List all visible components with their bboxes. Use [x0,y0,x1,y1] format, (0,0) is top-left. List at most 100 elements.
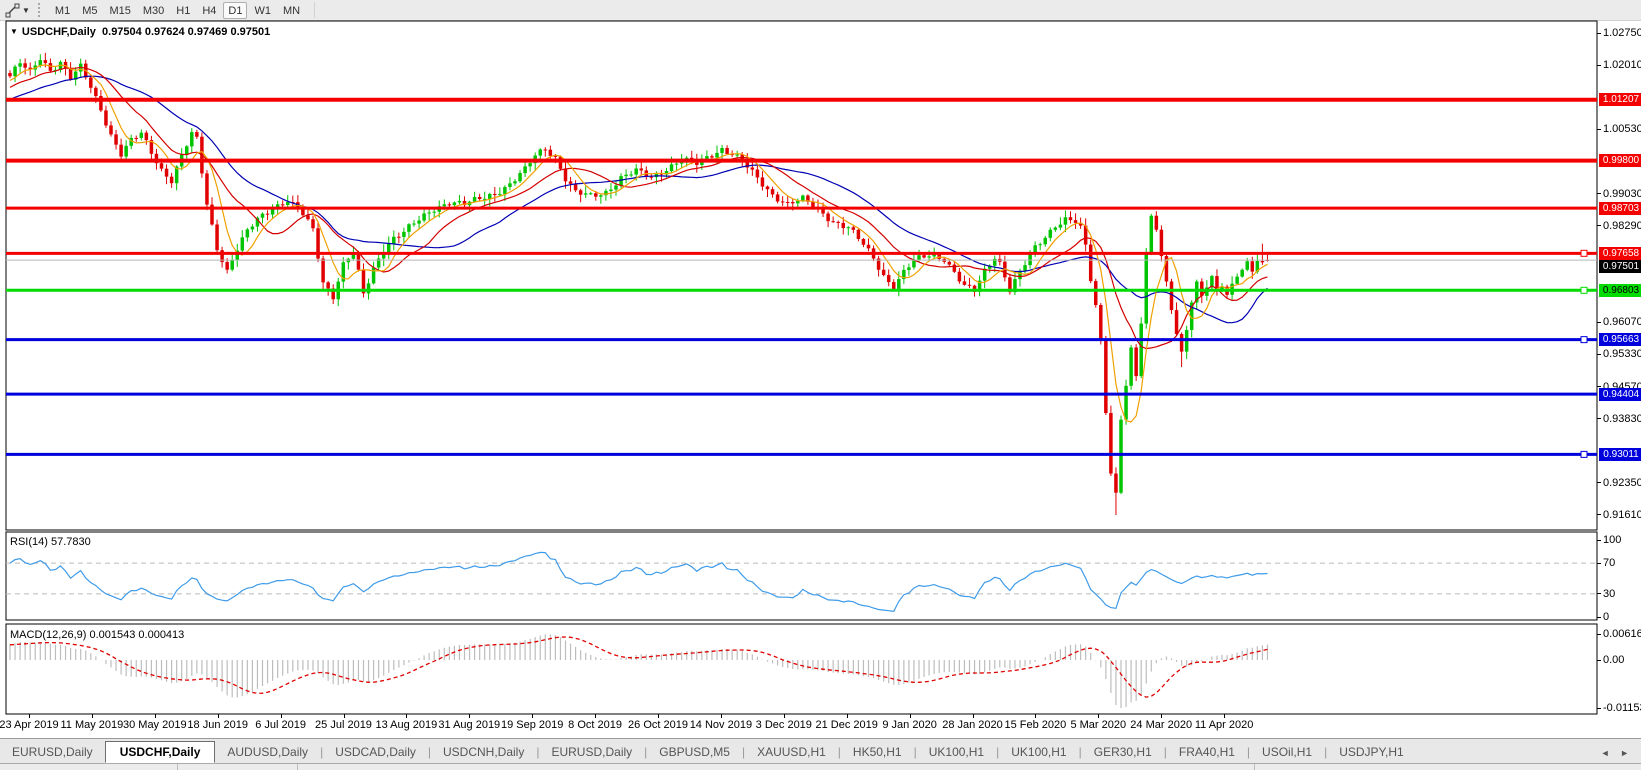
price-axis-label: 0.99030 [1603,187,1641,200]
macd-axis-label: -0.011531 [1603,702,1641,715]
date-axis-tick [217,714,219,718]
tab-EURUSD-Daily[interactable]: EURUSD,Daily [0,742,105,763]
macd-axis-tick [1597,633,1601,635]
level-price-label[interactable]: 0.99800 [1599,154,1641,168]
date-axis-tick [658,714,659,718]
level-price-label[interactable]: 0.96803 [1599,283,1641,297]
price-axis-tick [1597,193,1601,195]
macd-signal-line [9,636,1268,698]
status-bar-separator [1254,764,1255,770]
rsi-axis-label: 30 [1603,587,1616,600]
tab-USDCNH-Daily[interactable]: USDCNH,Daily [431,742,536,763]
date-axis-tick [406,714,408,718]
price-axis-label: 1.02010 [1603,59,1641,72]
date-axis-tick [1035,714,1037,718]
level-price-label[interactable]: 0.98703 [1599,201,1641,215]
status-bar-separator [297,764,298,770]
date-axis-label: 11 Apr 2020 [1194,719,1254,731]
price-axis-label: 1.00530 [1603,123,1641,136]
rsi-axis-label: 0 [1603,611,1610,623]
chart-ohlc-values: 0.97504 0.97624 0.97469 0.97501 [102,26,271,38]
tab-EURUSD-Daily[interactable]: EURUSD,Daily [539,742,644,763]
tab-scroll-left-icon[interactable]: ◄ [1601,748,1610,758]
date-axis-tick [846,714,848,718]
rsi-axis-tick [1597,539,1601,541]
tab-XAUUSD-H1[interactable]: XAUUSD,H1 [745,742,838,763]
macd-axis-label: 0.006167 [1603,628,1641,641]
symbol-tabs: EURUSD,Daily USDCHF,Daily AUDUSD,Daily | USD… [0,741,1416,763]
date-axis-tick [1161,714,1163,718]
level-price-label[interactable]: 0.95663 [1599,333,1641,347]
price-axis-tick [1597,321,1601,323]
macd-axis-label: 0.00 [1603,654,1625,666]
tab-scroll-right-icon[interactable]: ► [1620,748,1629,758]
rsi-line [9,551,1268,613]
tab-USDCAD-Daily[interactable]: USDCAD,Daily [323,742,428,763]
price-axis-tick [1597,482,1601,484]
tab-AUDUSD-Daily[interactable]: AUDUSD,Daily [215,742,320,763]
price-axis-tick [1597,225,1601,227]
price-axis-tick [1597,128,1601,130]
tab-FRA40-H1[interactable]: FRA40,H1 [1167,742,1247,763]
macd-axis-tick [1597,659,1601,661]
tab-UK100-H1[interactable]: UK100,H1 [999,742,1078,763]
current-price-label: 0.97501 [1599,259,1641,273]
price-axis-tick [1597,64,1601,66]
date-axis-tick [595,714,597,718]
rsi-axis-label: 70 [1603,557,1616,570]
ma-slow-line [9,75,1268,324]
tab-USDJPY-H1[interactable]: USDJPY,H1 [1327,742,1415,763]
price-axis-label: 0.98290 [1603,219,1641,232]
tab-HK50-H1[interactable]: HK50,H1 [841,742,914,763]
date-axis-tick [783,714,785,718]
pane-borders [5,20,1598,715]
price-axis-label: 0.91610 [1603,508,1641,521]
ma-fast-line [9,64,1268,423]
date-axis-tick [343,714,345,718]
collapse-chart-icon[interactable]: ▼ [10,27,18,36]
rsi-axis-label: 100 [1603,534,1622,546]
price-axis-label: 0.96070 [1603,316,1641,329]
macd-indicator-label: MACD(12,26,9) 0.001543 0.000413 [10,629,185,641]
tab-USOil-H1[interactable]: USOil,H1 [1250,742,1324,763]
tab-GBPUSD-M5[interactable]: GBPUSD,M5 [647,742,742,763]
trading-platform-window: ▼ M1 M5 M15 M30 H1 H4 D1 W1 MN ▼ USDCHF,Daily 0.9… [0,0,1641,770]
chart-title: ▼ USDCHF,Daily 0.97504 0.97624 0.97469 0.… [10,26,270,38]
tab-GER30-H1[interactable]: GER30,H1 [1082,742,1164,763]
level-price-label[interactable]: 0.93011 [1599,447,1641,461]
level-price-label[interactable]: 0.97658 [1599,246,1641,260]
symbol-tab-bar: EURUSD,Daily USDCHF,Daily AUDUSD,Daily | USD… [0,738,1641,763]
date-axis-tick [1098,714,1100,718]
horizontal-level-lines[interactable] [6,97,1597,458]
price-axis-label: 0.93830 [1603,412,1641,425]
price-axis-label: 1.02750 [1603,27,1641,39]
tab-UK100-H1[interactable]: UK100,H1 [917,742,996,763]
price-axis-tick [1597,32,1601,34]
macd-axis-tick [1597,707,1601,709]
tab-USDCHF-Daily[interactable]: USDCHF,Daily [104,741,216,763]
chart-plot-area[interactable] [0,0,1641,738]
rsi-axis-tick [1597,616,1601,618]
date-axis-tick [532,714,534,718]
rsi-indicator-label: RSI(14) 57.7830 [10,536,91,548]
date-axis-tick [154,714,156,718]
status-bar-separator [177,764,178,770]
date-axis-tick [29,714,30,718]
date-axis-tick [720,714,722,718]
price-axis-label: 0.95330 [1603,348,1641,361]
level-price-label[interactable]: 0.94404 [1599,387,1641,401]
rsi-axis-tick [1597,562,1601,564]
rsi-axis-tick [1597,593,1601,595]
date-axis-tick [909,714,911,718]
date-axis-tick [91,714,93,718]
tab-scroll-arrows: ◄ ► [1597,748,1633,763]
price-axis-label: 0.92350 [1603,476,1641,489]
level-price-label[interactable]: 1.01207 [1599,93,1641,107]
chart-symbol-period: USDCHF,Daily [21,26,96,38]
price-axis-tick [1597,514,1601,516]
price-axis-tick [1597,418,1601,420]
date-axis-tick [1224,714,1226,718]
date-axis-tick [972,714,974,718]
date-axis-tick [280,714,282,718]
candlesticks[interactable] [8,52,1270,515]
